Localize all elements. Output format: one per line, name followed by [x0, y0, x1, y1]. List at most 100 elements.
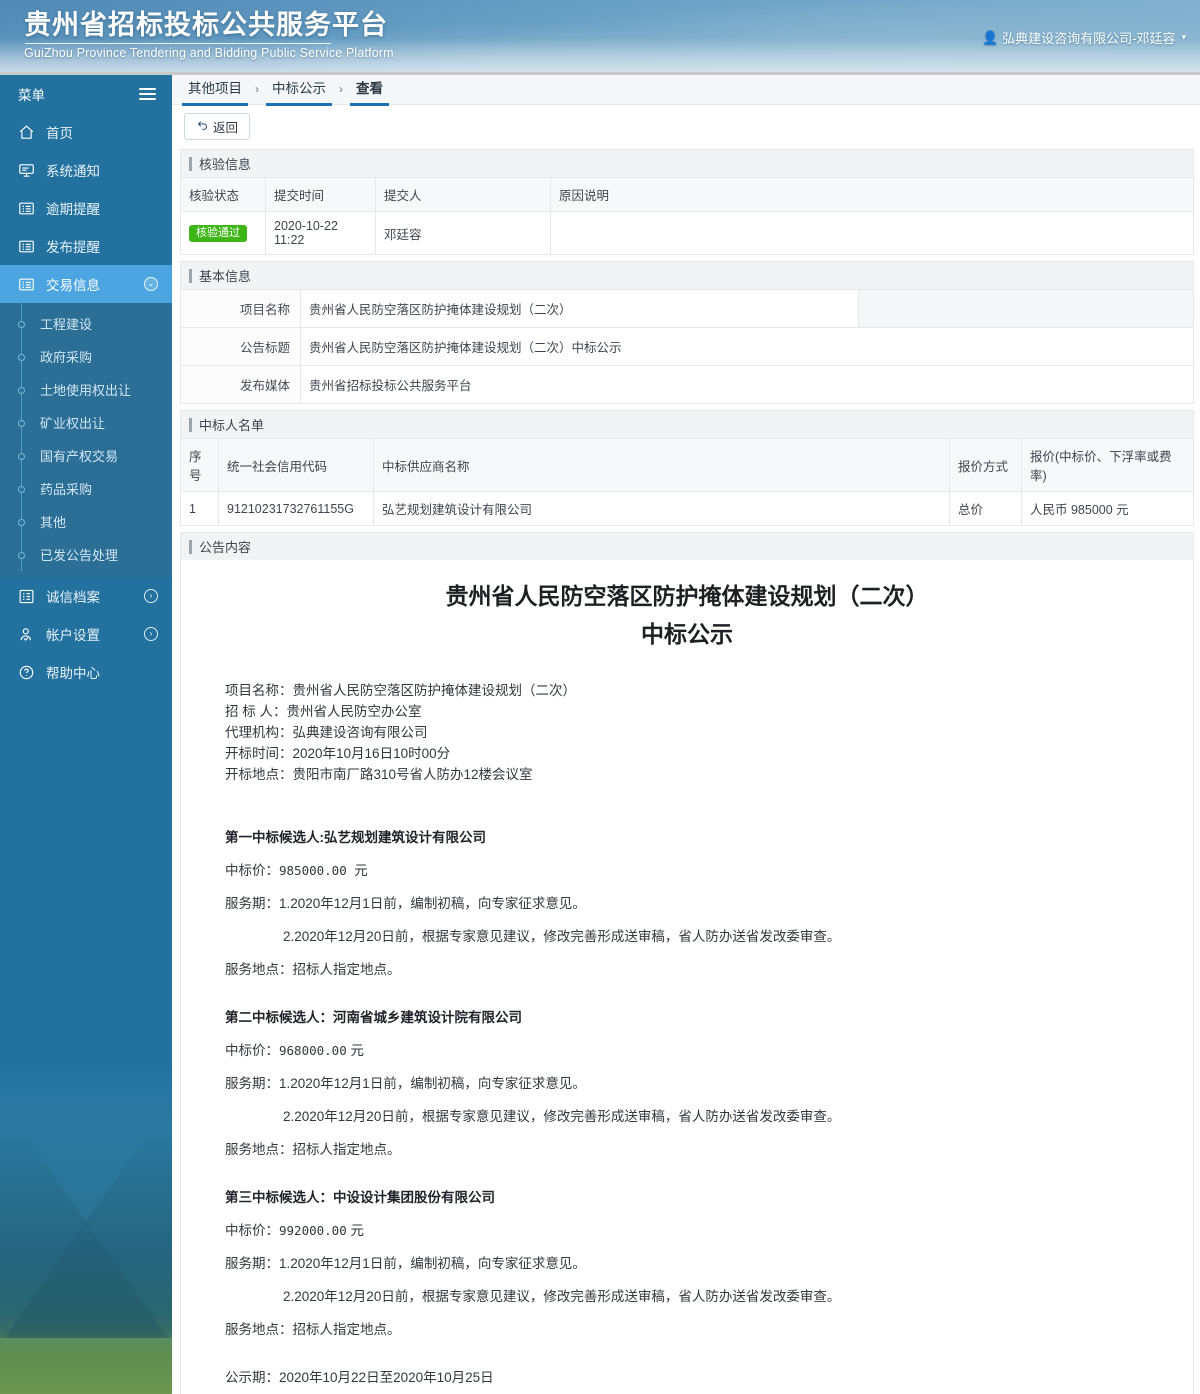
sidebar-item-label: 逾期提醒: [46, 202, 100, 217]
candidate-3-service-line-2: 2.2020年12月20日前，根据专家意见建议，修改完善形成送审稿，省人防办送省…: [283, 1289, 841, 1304]
sidebar-item-label: 发布提醒: [46, 240, 100, 255]
cell-quote-method: 总价: [949, 491, 1022, 526]
candidate-2-place: 服务地点：招标人指定地点。: [225, 1142, 401, 1157]
candidate-1-price: 中标价：985000.00 元: [225, 860, 1171, 881]
home-icon: [18, 124, 35, 141]
cell-reason: [550, 211, 1194, 255]
winner-list-table: 序号 统一社会信用代码 中标供应商名称 报价方式 报价(中标价、下浮率或费率) …: [180, 438, 1194, 526]
back-button-label: 返回: [213, 120, 239, 135]
candidate-block-2: 第二中标候选人：河南省城乡建筑设计院有限公司 中标价：968000.00 元 服…: [225, 1007, 1171, 1160]
sidebar-subitem-state-property[interactable]: 国有产权交易: [0, 439, 172, 472]
sidebar-subitem-mining-rights[interactable]: 矿业权出让: [0, 406, 172, 439]
price-unit: 元: [350, 1223, 365, 1238]
sidebar-item-label: 首页: [46, 126, 73, 141]
winner-list-section-title: 中标人名单: [180, 410, 1194, 438]
col-credit-code: 统一社会信用代码: [218, 438, 374, 492]
candidate-2-title: 第二中标候选人：河南省城乡建筑设计院有限公司: [225, 1010, 522, 1025]
table-header-row: 核验状态 提交时间 提交人 原因说明: [180, 177, 1194, 212]
doc-title-line-1: 贵州省人民防空落区防护掩体建设规划（二次）: [445, 583, 929, 610]
sidebar-item-help-center[interactable]: 帮助中心: [0, 653, 172, 691]
candidate-2-service-line-2: 2.2020年12月20日前，根据专家意见建议，修改完善形成送审稿，省人防办送省…: [283, 1109, 841, 1124]
monitor-icon: [18, 162, 35, 179]
announcement-content: 贵州省人民防空落区防护掩体建设规划（二次） 中标公示 项目名称：贵州省人民防空落…: [180, 560, 1194, 1394]
sidebar-item-system-notice[interactable]: 系统通知: [0, 151, 172, 189]
section-accent-bar: [189, 417, 192, 432]
sidebar-item-label: 系统通知: [46, 164, 100, 179]
candidate-3-price: 中标价：992000.00 元: [225, 1220, 1171, 1241]
basic-info-panel: 基本信息 项目名称 贵州省人民防空落区防护掩体建设规划（二次） 公告标题 贵州省…: [180, 261, 1194, 404]
chevron-down-icon: ⌄: [144, 277, 158, 291]
sidebar-subitem-land-use-rights[interactable]: 土地使用权出让: [0, 373, 172, 406]
basic-info-row-publish-media: 发布媒体 贵州省招标投标公共服务平台: [180, 365, 1194, 404]
col-quote-method: 报价方式: [949, 438, 1022, 492]
sidebar-landscape-backdrop: [0, 1064, 172, 1394]
table-header-row: 序号 统一社会信用代码 中标供应商名称 报价方式 报价(中标价、下浮率或费率): [180, 438, 1194, 492]
sidebar-item-home[interactable]: 首页: [0, 113, 172, 151]
sidebar-subitem-label: 其他: [40, 515, 67, 530]
sidebar-item-label: 诚信档案: [46, 590, 100, 605]
page-body: 菜单 首页 系统通知 逾期提醒 发布提醒 交易信息 ⌄ 工程建设 政府采购 土地…: [0, 75, 1200, 1394]
sidebar: 菜单 首页 系统通知 逾期提醒 发布提醒 交易信息 ⌄ 工程建设 政府采购 土地…: [0, 75, 172, 1394]
basic-info-row-announcement-title: 公告标题 贵州省人民防空落区防护掩体建设规划（二次）中标公示: [180, 327, 1194, 366]
chevron-right-icon: ›: [144, 589, 158, 603]
candidate-2-service-line-1: 服务期：1.2020年12月1日前，编制初稿，向专家征求意见。: [225, 1076, 586, 1091]
records-icon: [18, 588, 35, 605]
candidate-block-3: 第三中标候选人：中设设计集团股份有限公司 中标价：992000.00 元 服务期…: [225, 1187, 1171, 1340]
candidate-3-title: 第三中标候选人：中设设计集团股份有限公司: [225, 1190, 495, 1205]
section-title-text: 公告内容: [199, 540, 252, 555]
cell-credit-code: 91210231732761155G: [218, 491, 374, 526]
sidebar-item-label: 交易信息: [46, 278, 100, 293]
breadcrumb: 其他项目 › 中标公示 › 查看: [172, 73, 1200, 106]
site-banner: 贵州省招标投标公共服务平台 GuiZhou Province Tendering…: [0, 0, 1200, 75]
sidebar-item-label: 帮助中心: [46, 666, 100, 681]
verification-panel: 核验信息 核验状态 提交时间 提交人 原因说明 核验通过 2020-10-22 …: [180, 149, 1194, 255]
candidate-1-place: 服务地点：招标人指定地点。: [225, 962, 401, 977]
label-publish-media: 发布媒体: [180, 365, 301, 404]
sidebar-item-account-settings[interactable]: 帐户设置 ›: [0, 615, 172, 653]
menu-label: 菜单: [18, 88, 45, 103]
doc-field-project-name: 项目名称：贵州省人民防空落区防护掩体建设规划（二次）: [225, 683, 576, 698]
site-title: 贵州省招标投标公共服务平台: [24, 10, 388, 40]
user-menu[interactable]: 👤 弘典建设咨询有限公司-邓廷容 ▾: [982, 28, 1186, 47]
col-submit-time: 提交时间: [265, 177, 376, 212]
tab-view[interactable]: 查看: [350, 73, 389, 106]
value-publish-media: 贵州省招标投标公共服务平台: [300, 365, 1194, 404]
section-title-text: 基本信息: [199, 269, 252, 284]
banner-branding: 贵州省招标投标公共服务平台 GuiZhou Province Tendering…: [24, 8, 394, 60]
cell-no: 1: [180, 491, 219, 526]
sidebar-subitem-label: 工程建设: [40, 317, 93, 332]
announcement-body: 项目名称：贵州省人民防空落区防护掩体建设规划（二次） 招 标 人：贵州省人民防空…: [203, 654, 1171, 1388]
list-box-icon: [18, 238, 35, 255]
basic-info-section-title: 基本信息: [180, 261, 1194, 289]
candidate-2-price: 中标价：968000.00 元: [225, 1040, 1171, 1061]
sidebar-submenu-transaction-info: 工程建设 政府采购 土地使用权出让 矿业权出让 国有产权交易 药品采购 其他 已…: [0, 303, 172, 577]
col-quote-amount: 报价(中标价、下浮率或费率): [1021, 438, 1194, 492]
col-no: 序号: [180, 438, 219, 492]
sidebar-subitem-others[interactable]: 其他: [0, 505, 172, 538]
back-button[interactable]: 返回: [184, 112, 251, 140]
tab-winning-announcement[interactable]: 中标公示: [266, 73, 332, 106]
sidebar-item-credit-archive[interactable]: 诚信档案 ›: [0, 577, 172, 615]
value-project-name: 贵州省人民防空落区防护掩体建设规划（二次）: [300, 289, 859, 328]
sidebar-subitem-published-notice[interactable]: 已发公告处理: [0, 538, 172, 571]
section-title-text: 中标人名单: [199, 418, 265, 433]
hamburger-icon[interactable]: [139, 85, 156, 103]
sidebar-item-overdue-reminder[interactable]: 逾期提醒: [0, 189, 172, 227]
basic-info-table: 项目名称 贵州省人民防空落区防护掩体建设规划（二次） 公告标题 贵州省人民防空落…: [180, 289, 1194, 404]
sidebar-item-publish-reminder[interactable]: 发布提醒: [0, 227, 172, 265]
sidebar-subitem-engineering[interactable]: 工程建设: [0, 307, 172, 340]
sidebar-subitem-label: 国有产权交易: [40, 449, 119, 464]
tab-other-projects[interactable]: 其他项目: [182, 73, 248, 106]
sidebar-item-label: 帐户设置: [46, 628, 100, 643]
col-reason: 原因说明: [550, 177, 1194, 212]
sidebar-subitem-drug-procurement[interactable]: 药品采购: [0, 472, 172, 505]
user-settings-icon: [18, 626, 35, 643]
candidate-1-title: 第一中标候选人:弘艺规划建筑设计有限公司: [225, 830, 486, 845]
table-row: 核验通过 2020-10-22 11:22 邓廷容: [180, 211, 1194, 255]
sidebar-subitem-gov-procurement[interactable]: 政府采购: [0, 340, 172, 373]
sidebar-item-transaction-info[interactable]: 交易信息 ⌄: [0, 265, 172, 303]
basic-info-row-project-name: 项目名称 贵州省人民防空落区防护掩体建设规划（二次）: [180, 289, 1194, 328]
value-announcement-title: 贵州省人民防空落区防护掩体建设规划（二次）中标公示: [300, 327, 1194, 366]
